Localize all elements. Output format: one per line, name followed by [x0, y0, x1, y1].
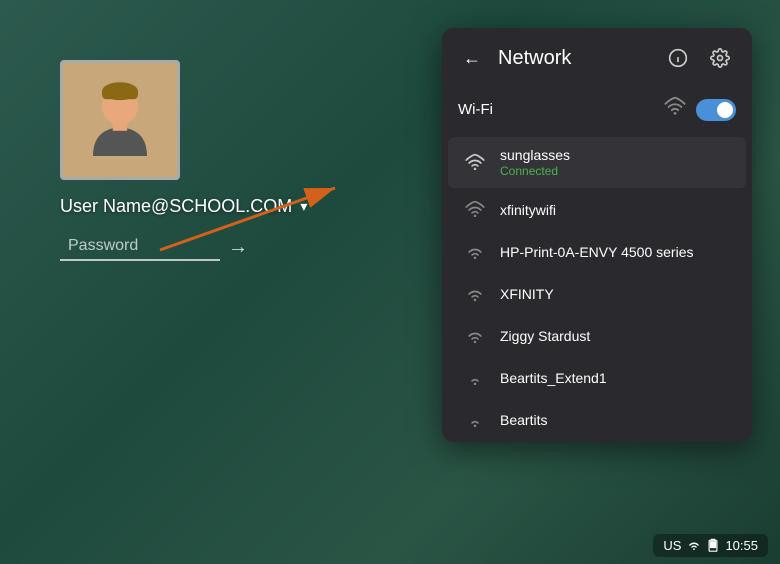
network-info-beartits: Beartits — [500, 412, 730, 428]
back-button[interactable]: ← — [458, 44, 486, 72]
wifi-label: Wi-Fi — [458, 101, 493, 118]
network-item-sunglasses[interactable]: sunglasses Connected — [448, 137, 746, 188]
network-name: HP-Print-0A-ENVY 4500 series — [500, 244, 730, 260]
wifi-signal-icon — [664, 96, 686, 123]
network-name: sunglasses — [500, 147, 730, 163]
wifi-icon — [664, 96, 686, 118]
settings-icon-button[interactable] — [704, 42, 736, 74]
username-text: User Name@SCHOOL.COM — [60, 196, 292, 217]
network-list: sunglasses Connected xfinitywifi — [442, 137, 752, 440]
locale-indicator: US — [663, 538, 681, 553]
network-info-hp-print: HP-Print-0A-ENVY 4500 series — [500, 244, 730, 260]
network-item-xfinity[interactable]: XFINITY — [448, 274, 746, 314]
info-icon-button[interactable] — [662, 42, 694, 74]
wifi-icon-ziggy — [464, 326, 486, 346]
avatar — [60, 60, 180, 180]
wifi-section-header: Wi-Fi — [442, 88, 752, 135]
network-name: XFINITY — [500, 286, 730, 302]
password-row: → — [60, 233, 248, 261]
wifi-icon-xfinity — [464, 200, 486, 220]
panel-title: Network — [498, 47, 571, 70]
network-connected-status: Connected — [500, 164, 730, 178]
network-info-ziggy: Ziggy Stardust — [500, 328, 730, 344]
avatar-image — [75, 75, 165, 165]
wifi-connected-icon — [464, 153, 486, 173]
info-icon — [668, 48, 688, 68]
gear-icon — [710, 48, 730, 68]
network-item-ziggy[interactable]: Ziggy Stardust — [448, 316, 746, 356]
username-row: User Name@SCHOOL.COM ▾ — [60, 196, 307, 217]
wifi-toggle[interactable] — [696, 99, 736, 121]
network-name: Beartits — [500, 412, 730, 428]
taskbar: US 10:55 — [0, 526, 780, 564]
network-panel: ← Network Wi-Fi — [442, 28, 752, 442]
network-name: xfinitywifi — [500, 202, 730, 218]
panel-header-left: ← Network — [458, 44, 571, 72]
network-info-beartits-extend: Beartits_Extend1 — [500, 370, 730, 386]
network-item-hp-print[interactable]: HP-Print-0A-ENVY 4500 series — [448, 232, 746, 272]
taskbar-wifi-icon — [687, 538, 701, 552]
network-info-xfinitywifi: xfinitywifi — [500, 202, 730, 218]
wifi-icon-hp — [464, 242, 486, 262]
taskbar-battery-icon — [707, 538, 719, 552]
panel-header-icons — [662, 42, 736, 74]
login-area: User Name@SCHOOL.COM ▾ → — [60, 60, 307, 261]
wifi-icon-xfinity2 — [464, 284, 486, 304]
network-item-beartits[interactable]: Beartits — [448, 400, 746, 440]
wifi-toggle-row — [664, 96, 736, 123]
network-info-xfinity2: XFINITY — [500, 286, 730, 302]
wifi-icon-beartits — [464, 410, 486, 430]
network-name: Beartits_Extend1 — [500, 370, 730, 386]
chevron-down-icon[interactable]: ▾ — [300, 198, 307, 215]
network-item-xfinitywifi[interactable]: xfinitywifi — [448, 190, 746, 230]
network-name: Ziggy Stardust — [500, 328, 730, 344]
submit-arrow-icon[interactable]: → — [228, 236, 248, 259]
password-input[interactable] — [60, 233, 220, 261]
clock-display: 10:55 — [725, 538, 758, 553]
taskbar-status-area[interactable]: US 10:55 — [653, 534, 768, 557]
panel-header: ← Network — [442, 28, 752, 88]
network-info-sunglasses: sunglasses Connected — [500, 147, 730, 178]
network-item-beartits-extend[interactable]: Beartits_Extend1 — [448, 358, 746, 398]
wifi-icon-beartits-extend — [464, 368, 486, 388]
